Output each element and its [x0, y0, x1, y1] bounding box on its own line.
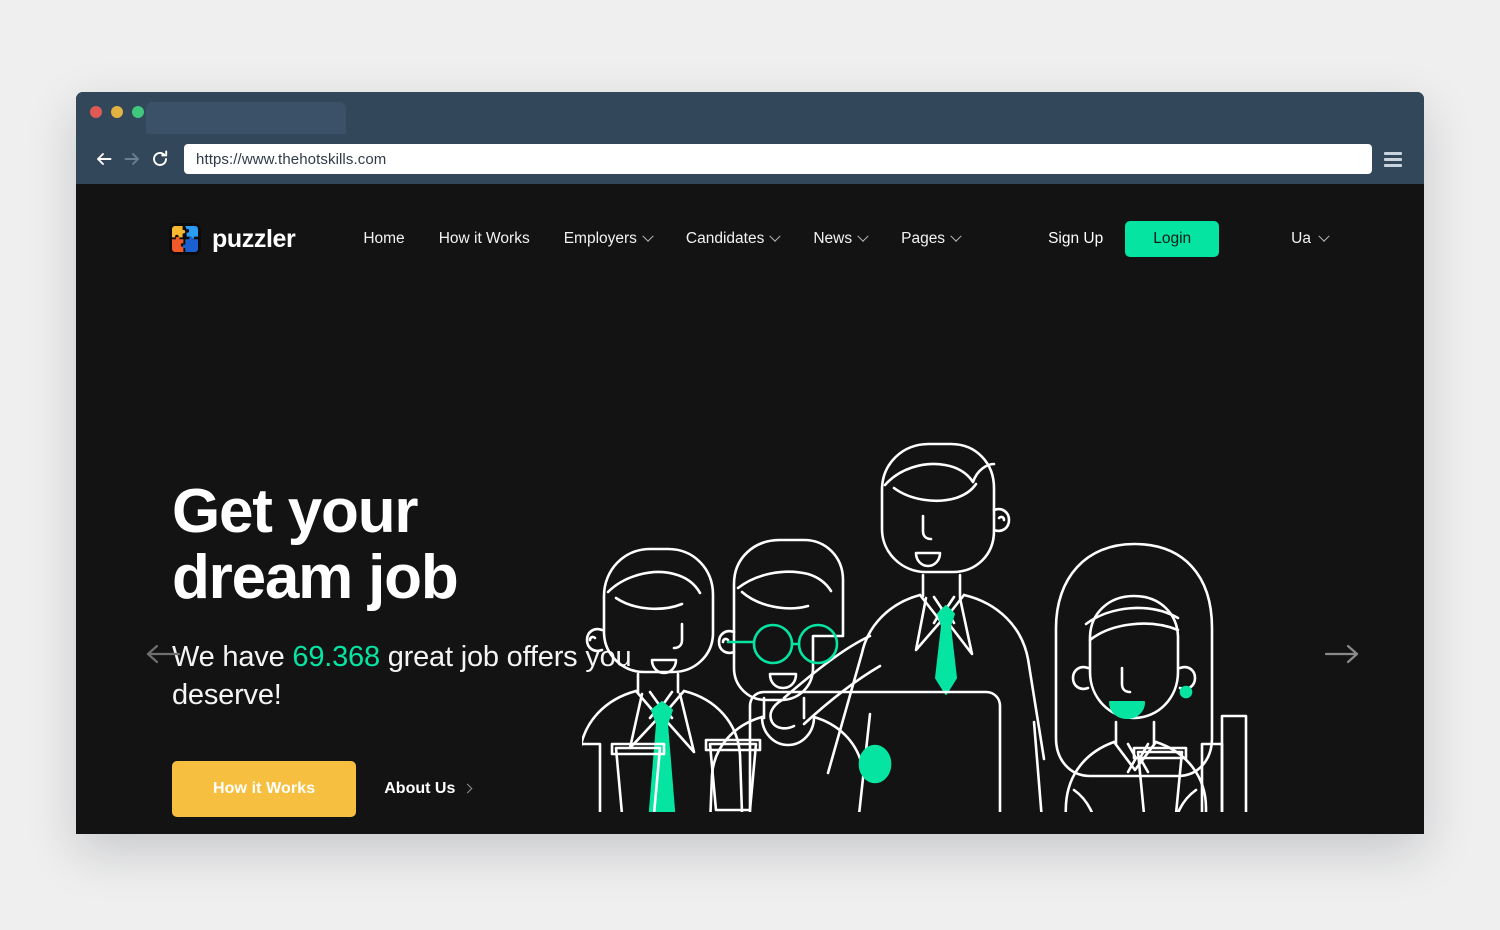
- nav-item-employers[interactable]: Employers: [563, 230, 654, 248]
- site-logo[interactable]: puzzler: [169, 223, 296, 255]
- hamburger-bar: [1384, 151, 1402, 155]
- nav-item-label: News: [813, 230, 853, 247]
- hamburger-menu-icon[interactable]: [1384, 148, 1406, 170]
- language-selector-label: Ua: [1291, 230, 1311, 247]
- browser-window: https://www.thehotskills.com puzzler Hom…: [76, 92, 1424, 834]
- hero-section: Get your dream job We have 69.368 great …: [76, 294, 1424, 834]
- chevron-down-icon: [769, 230, 782, 242]
- job-offers-count: 69.368: [292, 640, 380, 673]
- address-url-text: https://www.thehotskills.com: [196, 150, 387, 168]
- maximize-window-button[interactable]: [132, 106, 144, 118]
- about-us-label: About Us: [384, 779, 456, 797]
- browser-titlebar: [76, 92, 1424, 134]
- arrow-left-icon[interactable]: [145, 642, 181, 666]
- address-bar[interactable]: https://www.thehotskills.com: [184, 144, 1372, 174]
- nav-item-pages[interactable]: Pages: [901, 230, 962, 248]
- hero-subtitle-prefix: We have: [172, 640, 293, 673]
- nav-item-label: How it Works: [438, 230, 530, 247]
- header-actions: Sign Up Login Ua: [1048, 221, 1330, 257]
- chevron-down-icon: [857, 230, 869, 242]
- language-selector[interactable]: Ua: [1291, 230, 1330, 248]
- chevron-down-icon: [950, 230, 962, 242]
- main-navigation: Home How it Works Employers Candidates N…: [363, 230, 962, 248]
- site-header: puzzler Home How it Works Employers Cand…: [76, 184, 1424, 294]
- puzzle-piece-icon: [169, 223, 201, 255]
- close-window-button[interactable]: [90, 106, 102, 118]
- browser-toolbar: https://www.thehotskills.com: [76, 134, 1424, 184]
- nav-item-label: Employers: [563, 230, 637, 247]
- hero-title-line-2: dream job: [172, 543, 459, 613]
- nav-item-how-it-works[interactable]: How it Works: [439, 230, 530, 248]
- hamburger-bar: [1384, 157, 1402, 161]
- login-button[interactable]: Login: [1125, 221, 1220, 257]
- back-arrow-icon[interactable]: [90, 145, 118, 173]
- chevron-down-icon: [642, 230, 654, 242]
- reload-icon[interactable]: [146, 145, 174, 173]
- site-logo-text: puzzler: [212, 224, 296, 253]
- hero-illustration: [582, 392, 1352, 812]
- forward-arrow-icon[interactable]: [118, 145, 146, 173]
- nav-item-label: Home: [363, 230, 405, 247]
- browser-tab[interactable]: [146, 102, 346, 134]
- hero-title-line-1: Get your: [172, 477, 419, 546]
- nav-item-label: Pages: [901, 230, 946, 247]
- hamburger-bar: [1384, 163, 1402, 167]
- chevron-down-icon: [1318, 230, 1330, 242]
- page-viewport: puzzler Home How it Works Employers Cand…: [76, 184, 1424, 834]
- nav-item-label: Candidates: [685, 230, 765, 247]
- how-it-works-button[interactable]: How it Works: [172, 760, 357, 817]
- sign-up-link[interactable]: Sign Up: [1048, 230, 1103, 248]
- about-us-link[interactable]: About Us: [374, 779, 473, 798]
- chevron-right-icon: [462, 783, 473, 794]
- window-controls: [90, 106, 144, 118]
- nav-item-news[interactable]: News: [813, 230, 869, 248]
- nav-item-home[interactable]: Home: [363, 230, 404, 248]
- minimize-window-button[interactable]: [111, 106, 123, 118]
- nav-item-candidates[interactable]: Candidates: [685, 230, 782, 248]
